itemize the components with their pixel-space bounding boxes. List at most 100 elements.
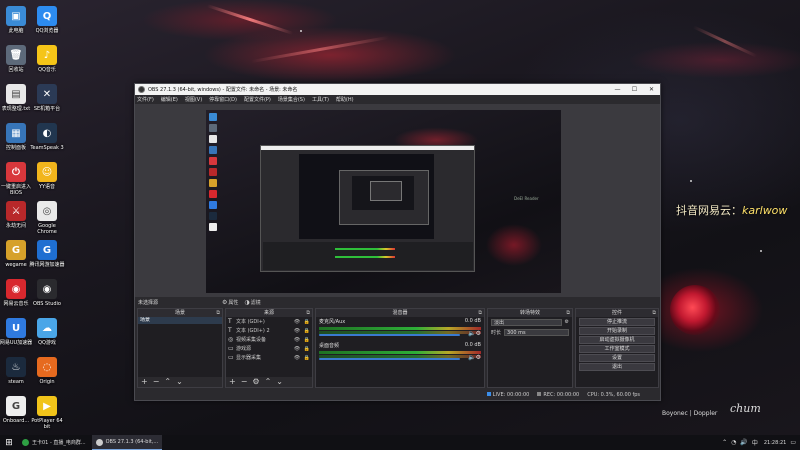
dock-float-icon[interactable]: ⧉ (652, 309, 656, 317)
desktop-icon[interactable]: ✕ SE机箱平台 (31, 82, 63, 121)
desktop-icon[interactable]: ◎ Google Chrome (31, 199, 63, 238)
source-row[interactable]: T 文本 (GDI+) 👁 🔒 (226, 317, 312, 326)
move-up-icon[interactable]: ⌃ (265, 378, 272, 386)
control-button[interactable]: 停止推流 (579, 318, 655, 326)
lock-icon[interactable]: 🔒 (302, 346, 312, 352)
maximize-icon[interactable]: ☐ (626, 86, 643, 93)
control-button[interactable]: 设置 (579, 354, 655, 362)
gear-icon[interactable]: ⚙ (476, 354, 481, 361)
speaker-icon[interactable]: 🔈 (468, 330, 475, 337)
lock-icon[interactable]: 🔒 (302, 337, 312, 343)
add-icon[interactable]: + (229, 378, 236, 386)
desktop-icon[interactable]: ☺ YY语音 (31, 160, 63, 199)
filters-button[interactable]: ◑ 滤镜 (244, 299, 260, 306)
nested-titlebar (261, 146, 474, 150)
control-button[interactable]: 启动虚拟摄像机 (579, 336, 655, 344)
desktop-icon[interactable]: Q QQ浏览器 (31, 4, 63, 43)
scenes-dock-header: 场景 ⧉ (138, 309, 222, 317)
desktop-icon[interactable]: ♨ steam (0, 355, 32, 394)
taskbar-item[interactable]: 王卡01 - 直播_电商群... (18, 435, 90, 450)
ime-icon[interactable]: 中 (752, 438, 758, 447)
desktop-icon[interactable]: ⏻ 一键重启进入BIOS (0, 160, 32, 199)
remove-icon[interactable]: − (153, 378, 160, 386)
desktop-icon[interactable]: ▶ PotPlayer 64 bit (31, 394, 63, 433)
close-icon[interactable]: ✕ (643, 86, 660, 93)
desktop-icon[interactable]: ◌ Origin (31, 355, 63, 394)
preview-nested-obs (260, 145, 475, 272)
remove-icon[interactable]: − (241, 378, 248, 386)
source-row[interactable]: ▭ 显示器采集 👁 🔒 (226, 353, 312, 362)
properties-button[interactable]: ⚙ 属性 (222, 299, 238, 306)
volume-icon[interactable]: 🔊 (740, 439, 747, 446)
lock-icon[interactable]: 🔒 (302, 319, 312, 325)
overlay-name: karlwow (742, 204, 788, 217)
desktop-icon[interactable]: ▤ 表现整理.txt (0, 82, 32, 121)
control-button[interactable]: 退出 (579, 363, 655, 371)
notification-icon[interactable]: ▭ (790, 439, 796, 446)
desktop-icon[interactable]: ◉ 网易云音乐 (0, 277, 32, 316)
clock[interactable]: 21:28:21 (764, 440, 786, 446)
source-name: 文本 (GDI+) (236, 319, 265, 325)
source-row[interactable]: ▭ 游戏源 👁 🔒 (226, 344, 312, 353)
start-button[interactable]: ⊞ (0, 438, 18, 448)
preview-area: DeEl Reader (135, 104, 660, 297)
desktop-icon[interactable]: U 网易UU加速器 (0, 316, 32, 355)
control-button[interactable]: 开始录制 (579, 327, 655, 335)
source-row[interactable]: ◎ 视频采集设备 👁 🔒 (226, 335, 312, 344)
lock-icon[interactable]: 🔒 (302, 355, 312, 361)
eye-icon[interactable]: 👁 (292, 337, 302, 343)
network-icon[interactable]: ◔ (731, 439, 736, 446)
desktop-icon[interactable]: ▦ 控制面板 (0, 121, 32, 160)
menu-item[interactable]: 文件(F) (137, 96, 154, 103)
gear-icon[interactable]: ⚙ (476, 330, 481, 337)
desktop-icon[interactable]: 🗑 回收站 (0, 43, 32, 82)
preview-mini-icon (209, 190, 217, 198)
obs-titlebar[interactable]: OBS 27.1.3 (64-bit, windows) - 配置文件: 未命名… (135, 84, 660, 95)
eye-icon[interactable]: 👁 (292, 328, 302, 334)
desktop-icon[interactable]: G 腾讯网游加速器 (29, 238, 65, 277)
dock-float-icon[interactable]: ⧉ (478, 309, 482, 317)
taskbar-item[interactable]: OBS 27.1.3 (64-bit,... (91, 435, 163, 450)
dock-float-icon[interactable]: ⧉ (216, 309, 220, 317)
menu-item[interactable]: 工具(T) (312, 96, 329, 103)
dock-float-icon[interactable]: ⧉ (306, 309, 310, 317)
lock-icon[interactable]: 🔒 (302, 328, 312, 334)
eye-icon[interactable]: 👁 (292, 355, 302, 361)
desktop-icon[interactable]: ⚔ 永劫无间 (0, 199, 32, 238)
nested-meter (335, 248, 395, 250)
add-icon[interactable]: + (141, 378, 148, 386)
eye-icon[interactable]: 👁 (292, 346, 302, 352)
desktop-icon[interactable]: G Onboard... (0, 394, 32, 433)
volume-slider[interactable] (319, 358, 460, 360)
preview-canvas[interactable]: DeEl Reader (206, 110, 561, 293)
menu-item[interactable]: 停靠窗口(D) (209, 96, 237, 103)
scene-item[interactable]: 场景 (138, 317, 222, 324)
desktop-icon[interactable]: ♪ QQ音乐 (31, 43, 63, 82)
dock-float-icon[interactable]: ⧉ (566, 309, 570, 317)
desktop-icon[interactable]: Gwegame (0, 238, 32, 277)
control-button[interactable]: 工作室模式 (579, 345, 655, 353)
source-row[interactable]: T 文本 (GDI+) 2 👁 🔒 (226, 326, 312, 335)
desktop-icon[interactable]: ☁ QQ游戏 (31, 316, 63, 355)
menu-item[interactable]: 编辑(E) (161, 96, 178, 103)
transition-type-select[interactable]: 淡出 (491, 318, 562, 326)
minimize-icon[interactable]: — (609, 86, 626, 93)
eye-icon[interactable]: 👁 (292, 319, 302, 325)
move-up-icon[interactable]: ⌃ (164, 378, 171, 386)
move-down-icon[interactable]: ⌄ (176, 378, 183, 386)
move-down-icon[interactable]: ⌄ (276, 378, 283, 386)
desktop-icon[interactable]: ◉ OBS Studio (31, 277, 63, 316)
speaker-icon[interactable]: 🔈 (468, 354, 475, 361)
menu-item[interactable]: 帮助(H) (336, 96, 354, 103)
desktop-icon[interactable]: ▣ 此电脑 (0, 4, 32, 43)
chevron-up-icon[interactable]: ⌃ (722, 439, 727, 446)
desktop-icon[interactable]: ◐ TeamSpeak 3 (30, 121, 64, 160)
wallpaper-streak (692, 25, 758, 58)
menu-item[interactable]: 配置文件(P) (244, 96, 271, 103)
menu-item[interactable]: 场景集合(S) (278, 96, 305, 103)
duration-input[interactable]: 300 ms (504, 328, 569, 336)
menu-item[interactable]: 视图(V) (185, 96, 202, 103)
gear-icon[interactable]: ⚙ (252, 378, 259, 386)
volume-slider[interactable] (319, 334, 460, 336)
gear-icon[interactable]: ⚙ (565, 319, 569, 325)
